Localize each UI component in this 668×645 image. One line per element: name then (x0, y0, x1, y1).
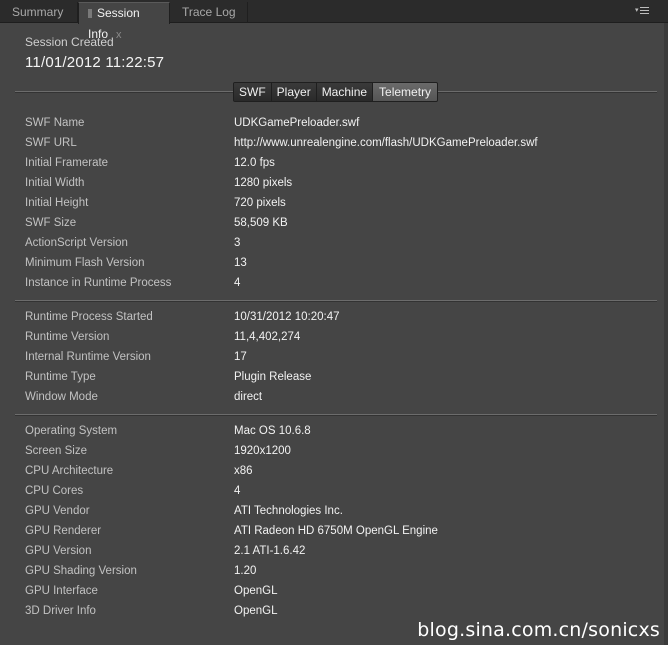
info-row: GPU Renderer ATI Radeon HD 6750M OpenGL E… (0, 525, 668, 545)
tab-bar: Summary Session Info x Trace Log ▾ (0, 0, 668, 41)
info-row: Window Mode direct (0, 391, 668, 411)
info-key: GPU Vendor (25, 505, 90, 517)
info-value: 3 (234, 237, 241, 249)
session-created-label: Session Created (25, 35, 114, 49)
info-key: SWF Name (25, 117, 85, 129)
info-value: Plugin Release (234, 371, 312, 383)
info-key: Runtime Type (25, 371, 96, 383)
info-value: ATI Radeon HD 6750M OpenGL Engine (234, 525, 438, 537)
info-value: 13 (234, 257, 247, 269)
info-value: UDKGamePreloader.swf (234, 117, 360, 129)
grip-icon (88, 9, 92, 18)
tab-session-info[interactable]: Session Info x (78, 2, 170, 41)
info-key: GPU Renderer (25, 525, 102, 537)
info-key: CPU Cores (25, 485, 84, 497)
info-key: Initial Framerate (25, 157, 109, 169)
view-segmented-control: SWF Player Machine Telemetry (233, 82, 439, 102)
info-value: 17 (234, 351, 247, 363)
info-key: GPU Shading Version (25, 565, 137, 577)
info-key: Runtime Process Started (25, 311, 153, 323)
info-key: Instance in Runtime Process (25, 277, 172, 289)
watermark: blog.sina.com.cn/sonicxs (417, 619, 660, 641)
info-key: Initial Width (25, 177, 85, 189)
info-row: Operating System Mac OS 10.6.8 (0, 425, 668, 445)
info-value: Mac OS 10.6.8 (234, 425, 311, 437)
info-row: CPU Architecture x86 (0, 465, 668, 485)
info-key: Initial Height (25, 197, 89, 209)
tab-summary[interactable]: Summary (0, 2, 78, 23)
info-key: Internal Runtime Version (25, 351, 151, 363)
info-row: SWF URL http://www.unrealengine.com/flash… (0, 137, 668, 157)
tab-label: Trace Log (182, 5, 236, 19)
info-value: 4 (234, 277, 241, 289)
info-row: CPU Cores 4 (0, 485, 668, 505)
info-value: 720 pixels (234, 197, 286, 209)
tab-trace-log[interactable]: Trace Log (170, 2, 248, 23)
info-key: Minimum Flash Version (25, 257, 145, 269)
info-row: Screen Size 1920x1200 (0, 445, 668, 465)
segment-telemetry[interactable]: Telemetry (373, 83, 438, 101)
tab-label: Summary (12, 5, 64, 19)
info-row: SWF Name UDKGamePreloader.swf (0, 117, 668, 137)
info-value: 11,4,402,274 (234, 331, 301, 343)
info-row: Runtime Process Started 10/31/2012 10:20:… (0, 311, 668, 331)
info-value: OpenGL (234, 585, 278, 597)
info-value: http://www.unrealengine.com/flash/UDKGam… (234, 137, 538, 149)
info-row: Internal Runtime Version 17 (0, 351, 668, 371)
info-key: SWF URL (25, 137, 77, 149)
info-value: 1280 pixels (234, 177, 293, 189)
info-value: direct (234, 391, 263, 403)
info-row: GPU Version 2.1 ATI-1.6.42 (0, 545, 668, 565)
info-key: 3D Driver Info (25, 605, 96, 617)
info-row: GPU Shading Version 1.20 (0, 565, 668, 585)
info-value: 10/31/2012 10:20:47 (234, 311, 340, 323)
info-row: GPU Vendor ATI Technologies Inc. (0, 505, 668, 525)
info-row: ActionScript Version 3 (0, 237, 668, 257)
info-value: x86 (234, 465, 253, 477)
info-row: Minimum Flash Version 13 (0, 257, 668, 277)
info-key: ActionScript Version (25, 237, 128, 249)
divider (15, 300, 657, 302)
info-value: 4 (234, 485, 241, 497)
segment-swf[interactable]: SWF (234, 83, 272, 101)
info-row: Initial Framerate 12.0 fps (0, 157, 668, 177)
info-row: GPU Interface OpenGL (0, 585, 668, 605)
info-value: ATI Technologies Inc. (234, 505, 343, 517)
info-value: 2.1 ATI-1.6.42 (234, 545, 306, 557)
info-key: SWF Size (25, 217, 77, 229)
info-key: Runtime Version (25, 331, 110, 343)
segment-player[interactable]: Player (271, 83, 317, 101)
info-value: 1.20 (234, 565, 257, 577)
info-key: GPU Interface (25, 585, 98, 597)
session-created-value: 11/01/2012 11:22:57 (25, 54, 165, 71)
info-key: Operating System (25, 425, 118, 437)
info-row: Runtime Version 11,4,402,274 (0, 331, 668, 351)
info-row: Initial Height 720 pixels (0, 197, 668, 217)
info-key: Window Mode (25, 391, 98, 403)
info-value: 1920x1200 (234, 445, 291, 457)
info-key: Screen Size (25, 445, 88, 457)
segment-machine[interactable]: Machine (316, 83, 374, 101)
divider (15, 414, 657, 416)
info-value: OpenGL (234, 605, 278, 617)
info-key: CPU Architecture (25, 465, 114, 477)
info-value: 12.0 fps (234, 157, 275, 169)
info-row: Initial Width 1280 pixels (0, 177, 668, 197)
info-row: Runtime Type Plugin Release (0, 371, 668, 391)
info-value: 58,509 KB (234, 217, 288, 229)
info-row: SWF Size 58,509 KB (0, 217, 668, 237)
panel-menu-icon[interactable]: ▾ (635, 5, 650, 17)
info-row: Instance in Runtime Process 4 (0, 277, 668, 297)
info-key: GPU Version (25, 545, 92, 557)
close-tab-icon[interactable]: x (116, 29, 122, 41)
